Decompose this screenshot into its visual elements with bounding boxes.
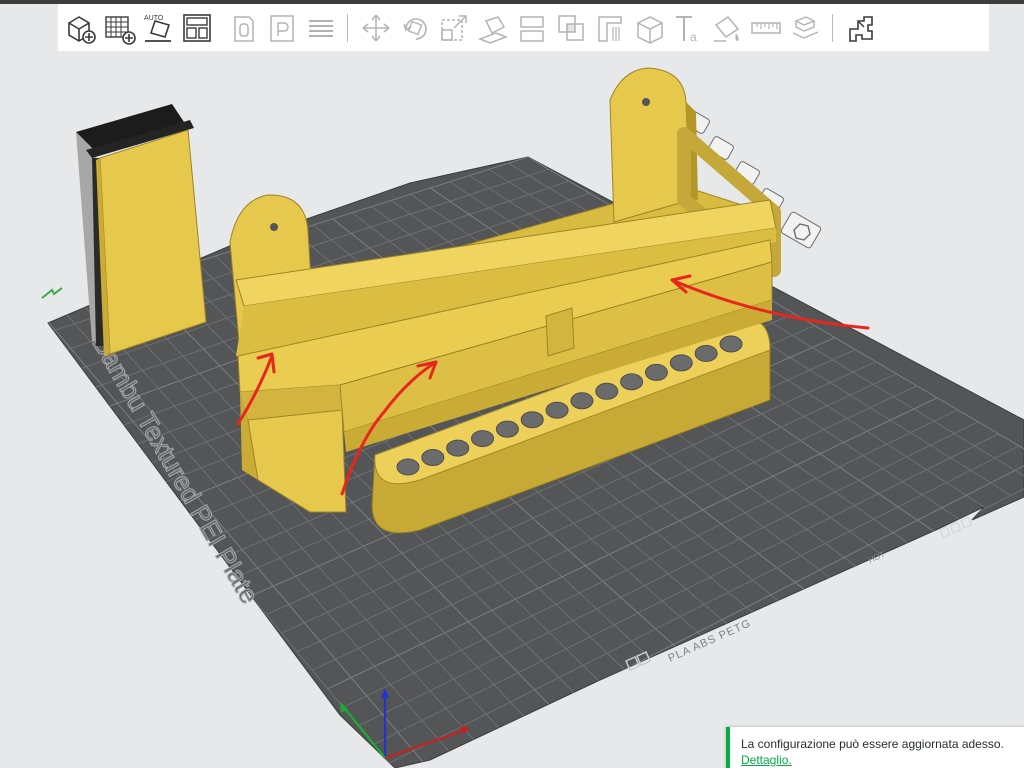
support-paint-button[interactable] bbox=[590, 8, 629, 48]
tray-hole bbox=[495, 420, 519, 438]
boolean-button[interactable] bbox=[551, 8, 590, 48]
support-paint-icon bbox=[597, 15, 622, 42]
split-objects-button[interactable] bbox=[841, 8, 880, 48]
add-plate-icon bbox=[104, 15, 136, 45]
arrange-icon bbox=[182, 13, 211, 42]
update-notification: La configurazione può essere aggiornata … bbox=[726, 727, 1024, 768]
measure-button[interactable] bbox=[746, 8, 785, 48]
tray-hole bbox=[719, 335, 743, 353]
tray-hole bbox=[620, 373, 644, 391]
layers-icon bbox=[308, 19, 333, 37]
auto-orient-icon: AUTO bbox=[144, 15, 171, 42]
split-objects-icon bbox=[848, 15, 873, 42]
measure-icon bbox=[750, 21, 781, 34]
svg-text:a: a bbox=[690, 30, 697, 44]
tray-hole bbox=[396, 458, 420, 476]
color-paint-icon bbox=[713, 15, 739, 42]
layers-button[interactable] bbox=[300, 8, 339, 48]
boolean-icon bbox=[557, 14, 584, 41]
toolbar-separator bbox=[347, 13, 348, 42]
cut-icon bbox=[519, 15, 544, 42]
text-icon: a bbox=[675, 15, 697, 44]
arrange-button[interactable] bbox=[177, 8, 216, 48]
tray-hole bbox=[595, 382, 619, 400]
tray-hole bbox=[520, 411, 544, 429]
tray-hole bbox=[446, 439, 470, 457]
notification-detail-link[interactable]: Dettaglio. bbox=[741, 753, 792, 767]
scale-button[interactable] bbox=[434, 8, 473, 48]
color-paint-button[interactable] bbox=[707, 8, 746, 48]
move-button[interactable] bbox=[356, 8, 395, 48]
rotate-button[interactable] bbox=[395, 8, 434, 48]
lay-on-face-icon bbox=[477, 15, 508, 44]
tray-hole bbox=[570, 392, 594, 410]
seam-paint-button[interactable] bbox=[629, 8, 668, 48]
toolbar-separator bbox=[832, 13, 833, 42]
svg-text:AUTO: AUTO bbox=[144, 15, 164, 22]
copy-button[interactable] bbox=[222, 8, 261, 48]
add-button[interactable] bbox=[60, 8, 99, 48]
tray-hole bbox=[694, 344, 718, 362]
add-plate-button[interactable] bbox=[99, 8, 138, 48]
text-button[interactable]: a bbox=[668, 8, 707, 48]
paste-icon bbox=[269, 14, 294, 42]
model-standing-block[interactable] bbox=[76, 104, 207, 356]
copy-icon bbox=[233, 15, 254, 42]
tray-hole bbox=[471, 430, 495, 448]
cut-button[interactable] bbox=[512, 8, 551, 48]
seam-paint-icon bbox=[636, 15, 663, 44]
add-icon bbox=[67, 15, 96, 44]
tray-hole bbox=[545, 401, 569, 419]
notification-message: La configurazione può essere aggiornata … bbox=[741, 737, 1004, 751]
lay-on-face-button[interactable] bbox=[473, 8, 512, 48]
tray-hole bbox=[669, 354, 693, 372]
assembly-icon bbox=[792, 15, 818, 39]
tray-hole bbox=[421, 449, 445, 467]
scale-icon bbox=[440, 14, 467, 41]
assembly-button[interactable] bbox=[785, 8, 824, 48]
move-icon bbox=[362, 14, 389, 41]
green-scribble-mark bbox=[41, 287, 63, 299]
tray-hole bbox=[644, 363, 668, 381]
3d-viewport[interactable]: Bambu Textured PEI Plate PLA ABS PETG HO… bbox=[0, 51, 1024, 768]
paste-button[interactable] bbox=[261, 8, 300, 48]
main-toolbar: AUTO a bbox=[58, 4, 989, 51]
rotate-icon bbox=[402, 17, 427, 40]
auto-orient-button[interactable]: AUTO bbox=[138, 8, 177, 48]
